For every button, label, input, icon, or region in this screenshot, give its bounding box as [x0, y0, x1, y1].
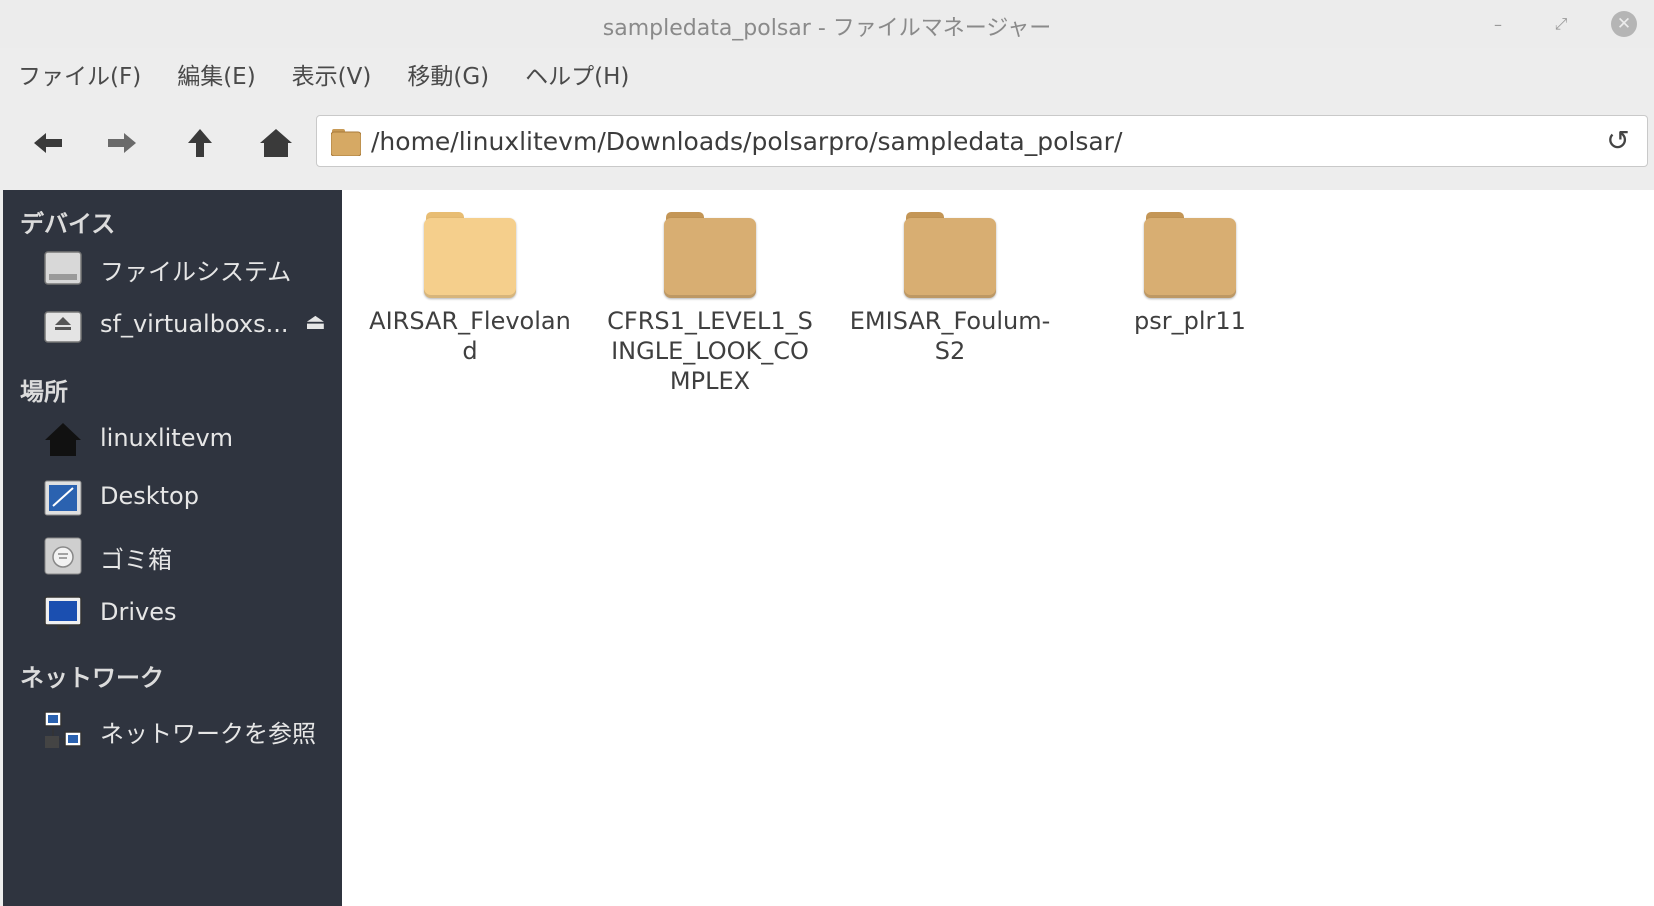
desktop-icon	[44, 480, 82, 516]
sidebar-item-trash[interactable]: ゴミ箱	[3, 528, 342, 584]
reload-icon[interactable]: ↺	[1603, 126, 1633, 156]
sidebar-item-label: sf_virtualboxs...	[100, 310, 289, 338]
home-icon	[260, 129, 292, 157]
folder-icon	[904, 212, 996, 298]
close-icon: ✕	[1611, 11, 1637, 37]
eject-icon[interactable]: ⏏	[305, 310, 329, 338]
up-icon	[188, 129, 212, 157]
network-icon	[44, 711, 82, 748]
maximize-icon: ⤢	[1554, 14, 1568, 33]
sidebar-item-drives[interactable]: Drives	[3, 586, 342, 642]
folder-item[interactable]: psr_plr11	[1082, 212, 1298, 336]
close-button[interactable]: ✕	[1610, 10, 1638, 38]
back-icon	[34, 133, 62, 153]
folder-icon	[331, 129, 361, 156]
sidebar-item-label: linuxlitevm	[100, 424, 234, 452]
menu-edit[interactable]: 編集(E)	[175, 57, 257, 91]
menu-go[interactable]: 移動(G)	[405, 57, 491, 91]
sidebar-item-label: Desktop	[100, 482, 199, 510]
folder-label: psr_plr11	[1134, 307, 1246, 335]
menu-help[interactable]: ヘルプ(H)	[523, 57, 631, 91]
folder-item[interactable]: EMISAR_Foulum-S2	[842, 212, 1058, 366]
minimize-icon: –	[1494, 14, 1502, 34]
folder-item[interactable]: AIRSAR_Flevoland	[362, 212, 578, 366]
maximize-button[interactable]: ⤢	[1547, 10, 1575, 38]
sidebar-item-network[interactable]: ネットワークを参照	[3, 702, 342, 758]
sidebar-item-filesystem[interactable]: ファイルシステム	[3, 240, 342, 296]
forward-button[interactable]	[92, 112, 152, 174]
location-bar[interactable]: /home/linuxlitevm/Downloads/polsarpro/sa…	[316, 115, 1648, 167]
sidebar-item-label: ファイルシステム	[100, 258, 292, 286]
menu-file[interactable]: ファイル(F)	[16, 57, 143, 91]
trash-icon	[44, 537, 82, 575]
folder-label: AIRSAR_Flevoland	[369, 307, 571, 365]
sidebar-item-label: ゴミ箱	[100, 546, 172, 574]
location-path[interactable]: /home/linuxlitevm/Downloads/polsarpro/sa…	[371, 127, 1122, 156]
sidebar-item-label: ネットワークを参照	[100, 720, 316, 748]
section-places: 場所	[20, 378, 68, 406]
folder-icon	[664, 212, 756, 298]
drive-icon	[44, 251, 82, 285]
sidebar-item-shared-folder[interactable]: sf_virtualboxs... ⏏	[3, 298, 342, 354]
menu-bar: ファイル(F) 編集(E) 表示(V) 移動(G) ヘルプ(H)	[0, 56, 1654, 92]
forward-icon	[108, 133, 136, 153]
removable-drive-icon	[44, 311, 82, 343]
file-view: AIRSAR_Flevoland CFRS1_LEVEL1_SINGLE_LOO…	[342, 190, 1654, 906]
menu-view[interactable]: 表示(V)	[290, 57, 374, 91]
folder-label: EMISAR_Foulum-S2	[849, 307, 1051, 365]
folder-label: CFRS1_LEVEL1_SINGLE_LOOK_COMPLEX	[607, 307, 813, 395]
monitor-icon	[44, 596, 82, 630]
home-icon	[45, 423, 81, 456]
folder-icon	[1144, 212, 1236, 298]
sidebar-item-desktop[interactable]: Desktop	[3, 470, 342, 526]
title-bar: sampledata_polsar - ファイルマネージャー – ⤢ ✕	[0, 0, 1654, 48]
window-title: sampledata_polsar - ファイルマネージャー	[602, 16, 1052, 41]
section-devices: デバイス	[20, 210, 116, 238]
minimize-button[interactable]: –	[1484, 10, 1512, 38]
sidebar-item-home[interactable]: linuxlitevm	[3, 412, 342, 468]
up-button[interactable]	[170, 112, 230, 174]
back-button[interactable]	[18, 112, 78, 174]
sidebar-item-label: Drives	[100, 598, 177, 626]
folder-icon	[424, 212, 516, 298]
home-button[interactable]	[246, 112, 306, 174]
section-network: ネットワーク	[20, 664, 164, 692]
folder-item[interactable]: CFRS1_LEVEL1_SINGLE_LOOK_COMPLEX	[602, 212, 818, 396]
toolbar: /home/linuxlitevm/Downloads/polsarpro/sa…	[0, 112, 1654, 174]
sidebar: デバイス ファイルシステム sf_virtualboxs... ⏏ 場所 lin…	[3, 190, 342, 906]
